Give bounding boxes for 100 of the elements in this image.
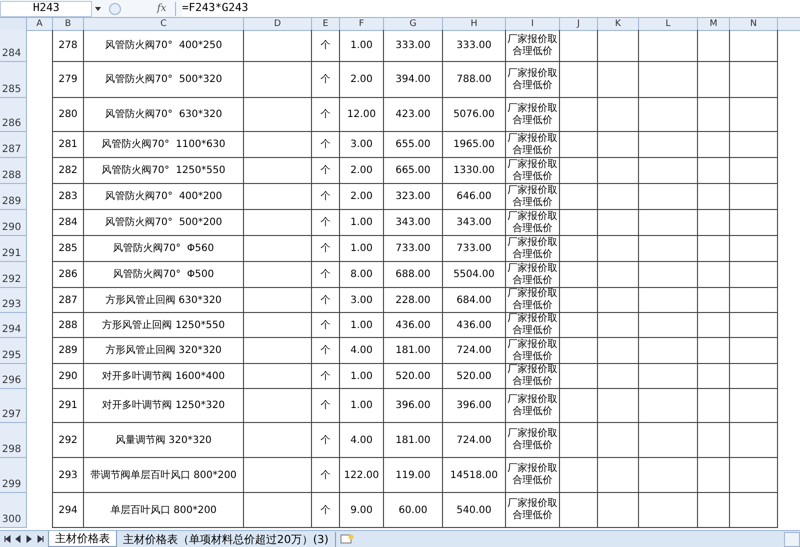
table-cell	[244, 288, 312, 313]
row-header[interactable]: 292	[0, 262, 27, 288]
row-header[interactable]: 293	[0, 288, 27, 313]
table-cell: 1.00	[340, 389, 384, 423]
table-cell	[730, 236, 778, 262]
table-cell	[698, 184, 730, 210]
row-header[interactable]: 296	[0, 364, 27, 389]
table-cell: 122.00	[340, 458, 384, 493]
table-cell: 厂家报价取合理低价	[506, 338, 560, 364]
table-cell	[639, 62, 698, 98]
table-cell	[560, 313, 598, 338]
table-cell	[639, 30, 698, 62]
column-header[interactable]: J	[560, 18, 598, 31]
table-cell	[730, 493, 778, 528]
table-cell: 724.00	[443, 338, 506, 364]
table-cell: 788.00	[443, 62, 506, 98]
row-header[interactable]: 286	[0, 98, 27, 132]
formula-input[interactable]: =F243*G243	[182, 0, 800, 17]
sheet-nav-icon[interactable]	[37, 535, 44, 543]
dropdown-caret-icon[interactable]	[95, 6, 101, 10]
row-header[interactable]: 290	[0, 210, 27, 236]
table-cell	[244, 262, 312, 288]
table-cell: 283	[53, 184, 84, 210]
column-header[interactable]: L	[639, 18, 698, 31]
table-cell	[244, 364, 312, 389]
column-header[interactable]: M	[698, 18, 730, 31]
table-cell	[244, 458, 312, 493]
table-cell: 5076.00	[443, 98, 506, 132]
table-cell: 对开多叶调节阀 1250*320	[84, 389, 244, 423]
table-cell: 方形风管止回阀 630*320	[84, 288, 244, 313]
table-cell: 520.00	[384, 364, 443, 389]
column-header[interactable]: F	[340, 18, 384, 31]
table-cell	[698, 338, 730, 364]
table-cell	[560, 423, 598, 458]
row-header[interactable]: 284	[0, 30, 27, 62]
table-cell	[698, 158, 730, 184]
insert-function-button[interactable]: fx	[157, 1, 171, 16]
table-cell: 333.00	[384, 30, 443, 62]
table-cell	[560, 30, 598, 62]
formula-divider-handle[interactable]	[109, 2, 121, 14]
table-cell	[598, 158, 639, 184]
table-cell: 厂家报价取合理低价	[506, 262, 560, 288]
name-box[interactable]: H243	[0, 0, 92, 16]
row-header[interactable]: 299	[0, 458, 27, 493]
sheet-nav-icon[interactable]	[4, 535, 11, 543]
table-cell	[698, 313, 730, 338]
table-cell	[698, 62, 730, 98]
row-header[interactable]: 298	[0, 423, 27, 458]
column-header[interactable]: D	[244, 18, 312, 31]
column-header[interactable]: E	[312, 18, 340, 31]
row-header[interactable]: 285	[0, 62, 27, 98]
horizontal-scrollbar[interactable]	[784, 532, 800, 547]
sheet-tab[interactable]: 主材价格表	[48, 531, 117, 547]
table-cell: 风管防火阀70° 630*320	[84, 98, 244, 132]
table-cell	[598, 389, 639, 423]
row-header[interactable]: 288	[0, 158, 27, 184]
table-cell: 323.00	[384, 184, 443, 210]
table-cell: 个	[312, 389, 340, 423]
column-header[interactable]: G	[384, 18, 443, 31]
table-cell: 风管防火阀70° 1100*630	[84, 132, 244, 158]
table-cell	[598, 313, 639, 338]
table-cell	[698, 132, 730, 158]
row-header[interactable]: 294	[0, 313, 27, 338]
table-cell: 1.00	[340, 364, 384, 389]
row-header[interactable]: 291	[0, 236, 27, 262]
row-header[interactable]: 300	[0, 493, 27, 528]
table-cell: 个	[312, 458, 340, 493]
column-header[interactable]: C	[84, 18, 244, 31]
new-sheet-icon[interactable]	[340, 534, 354, 544]
table-cell: 291	[53, 389, 84, 423]
column-header[interactable]: I	[506, 18, 560, 31]
column-header[interactable]: H	[443, 18, 506, 31]
table-cell	[698, 389, 730, 423]
table-cell: 684.00	[443, 288, 506, 313]
row-header[interactable]: 297	[0, 389, 27, 423]
table-cell: 14518.00	[443, 458, 506, 493]
table-cell	[598, 236, 639, 262]
column-header[interactable]: A	[27, 18, 53, 31]
table-cell	[244, 236, 312, 262]
table-cell: 个	[312, 158, 340, 184]
table-cell: 282	[53, 158, 84, 184]
table-cell: 个	[312, 493, 340, 528]
table-cell	[698, 262, 730, 288]
row-header[interactable]: 295	[0, 338, 27, 364]
table-cell: 4.00	[340, 338, 384, 364]
table-cell: 9.00	[340, 493, 384, 528]
row-header[interactable]: 287	[0, 132, 27, 158]
column-header[interactable]: K	[598, 18, 639, 31]
table-cell: 方形风管止回阀 1250*550	[84, 313, 244, 338]
table-cell: 2.00	[340, 158, 384, 184]
table-cell	[598, 423, 639, 458]
table-cell	[598, 338, 639, 364]
table-cell: 288	[53, 313, 84, 338]
table-cell: 394.00	[384, 62, 443, 98]
column-header[interactable]: B	[53, 18, 84, 31]
row-header[interactable]: 289	[0, 184, 27, 210]
column-header[interactable]: N	[730, 18, 778, 31]
table-cell: 2.00	[340, 184, 384, 210]
table-cell: 540.00	[443, 493, 506, 528]
table-cell	[244, 423, 312, 458]
